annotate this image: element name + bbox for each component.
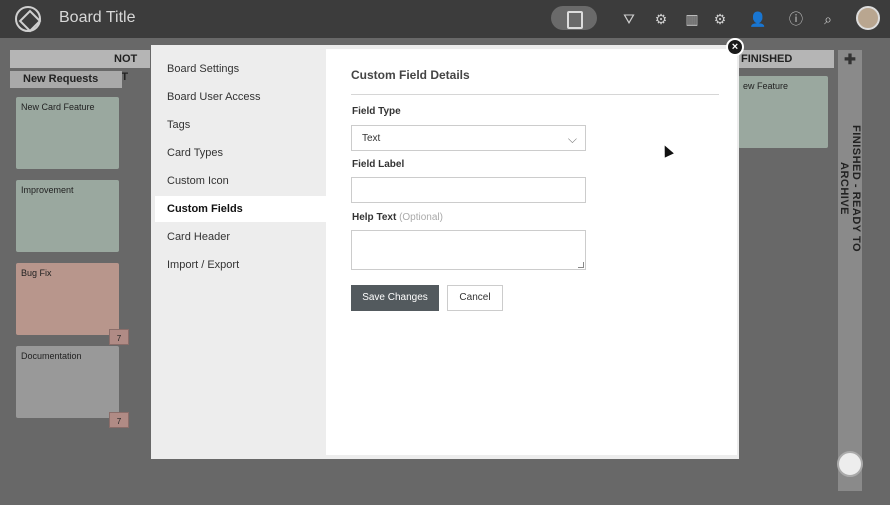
card[interactable]: New Card Feature <box>16 97 119 169</box>
nav-tags[interactable]: Tags <box>155 112 326 138</box>
custom-field-details-panel: Custom Field Details Field Type Text ⌵ F… <box>326 49 737 455</box>
save-changes-button[interactable]: Save Changes <box>351 285 439 311</box>
nav-card-header[interactable]: Card Header <box>155 224 326 250</box>
help-fab-icon[interactable] <box>837 451 863 477</box>
sublane-header-new-requests[interactable]: New Requests <box>10 71 122 88</box>
field-label-input[interactable] <box>351 177 586 203</box>
help-text-optional: (Optional) <box>399 212 443 223</box>
field-type-select[interactable]: Text ⌵ <box>351 125 586 151</box>
cancel-button[interactable]: Cancel <box>447 285 503 311</box>
card[interactable]: Bug Fix <box>16 263 119 335</box>
close-icon[interactable]: × <box>726 38 744 56</box>
add-user-icon[interactable]: 👤 <box>748 9 768 29</box>
add-lane-icon[interactable]: ✚ <box>843 52 857 66</box>
nav-board-user-access[interactable]: Board User Access <box>155 84 326 110</box>
filter-icon[interactable]: ⛛ <box>619 9 639 29</box>
top-bar: Board Title ⛛ ⚙ ▥ ⚙ 👤 ⓘ ⌕ <box>0 0 890 38</box>
settings-person-icon[interactable]: ⚙ <box>651 9 671 29</box>
section-title: Custom Field Details <box>351 68 470 82</box>
field-type-value: Text <box>362 133 381 144</box>
modal-nav: Board Settings Board User Access Tags Ca… <box>151 45 326 459</box>
card[interactable]: Improvement <box>16 180 119 252</box>
card-badge: 7 <box>109 412 129 428</box>
nav-import-export[interactable]: Import / Export <box>155 252 326 278</box>
resize-handle-icon[interactable] <box>578 262 584 268</box>
field-label-label: Field Label <box>352 159 405 170</box>
lane-header-not-started[interactable]: NOT ST <box>10 50 150 83</box>
nav-custom-icon[interactable]: Custom Icon <box>155 168 326 194</box>
info-icon[interactable]: ⓘ <box>786 9 806 29</box>
divider <box>351 94 719 95</box>
card-badge: 7 <box>109 329 129 345</box>
gear-icon[interactable]: ⚙ <box>710 9 730 29</box>
search-icon[interactable]: ⌕ <box>818 9 838 29</box>
app-logo-icon[interactable] <box>15 6 41 32</box>
help-text-label: Help Text <box>352 212 397 223</box>
lane-header-finished[interactable]: FINISHED <box>739 50 834 68</box>
board-view-toggle-icon[interactable] <box>551 6 597 30</box>
nav-card-types[interactable]: Card Types <box>155 140 326 166</box>
board-title: Board Title <box>59 9 136 26</box>
card[interactable]: Documentation <box>16 346 119 418</box>
help-text-input[interactable] <box>351 230 586 270</box>
card[interactable]: ew Feature <box>738 76 828 148</box>
nav-board-settings[interactable]: Board Settings <box>155 56 326 82</box>
nav-custom-fields[interactable]: Custom Fields <box>155 196 326 222</box>
chevron-down-icon: ⌵ <box>567 132 577 146</box>
analytics-icon[interactable]: ▥ <box>682 9 702 29</box>
help-text-label-row: Help Text (Optional) <box>352 212 443 223</box>
board-settings-modal: Board Settings Board User Access Tags Ca… <box>151 45 739 459</box>
finished-vertical-label: FINISHED - READY TO ARCHIVE <box>838 125 862 253</box>
field-type-label: Field Type <box>352 106 401 117</box>
avatar[interactable] <box>856 6 880 30</box>
